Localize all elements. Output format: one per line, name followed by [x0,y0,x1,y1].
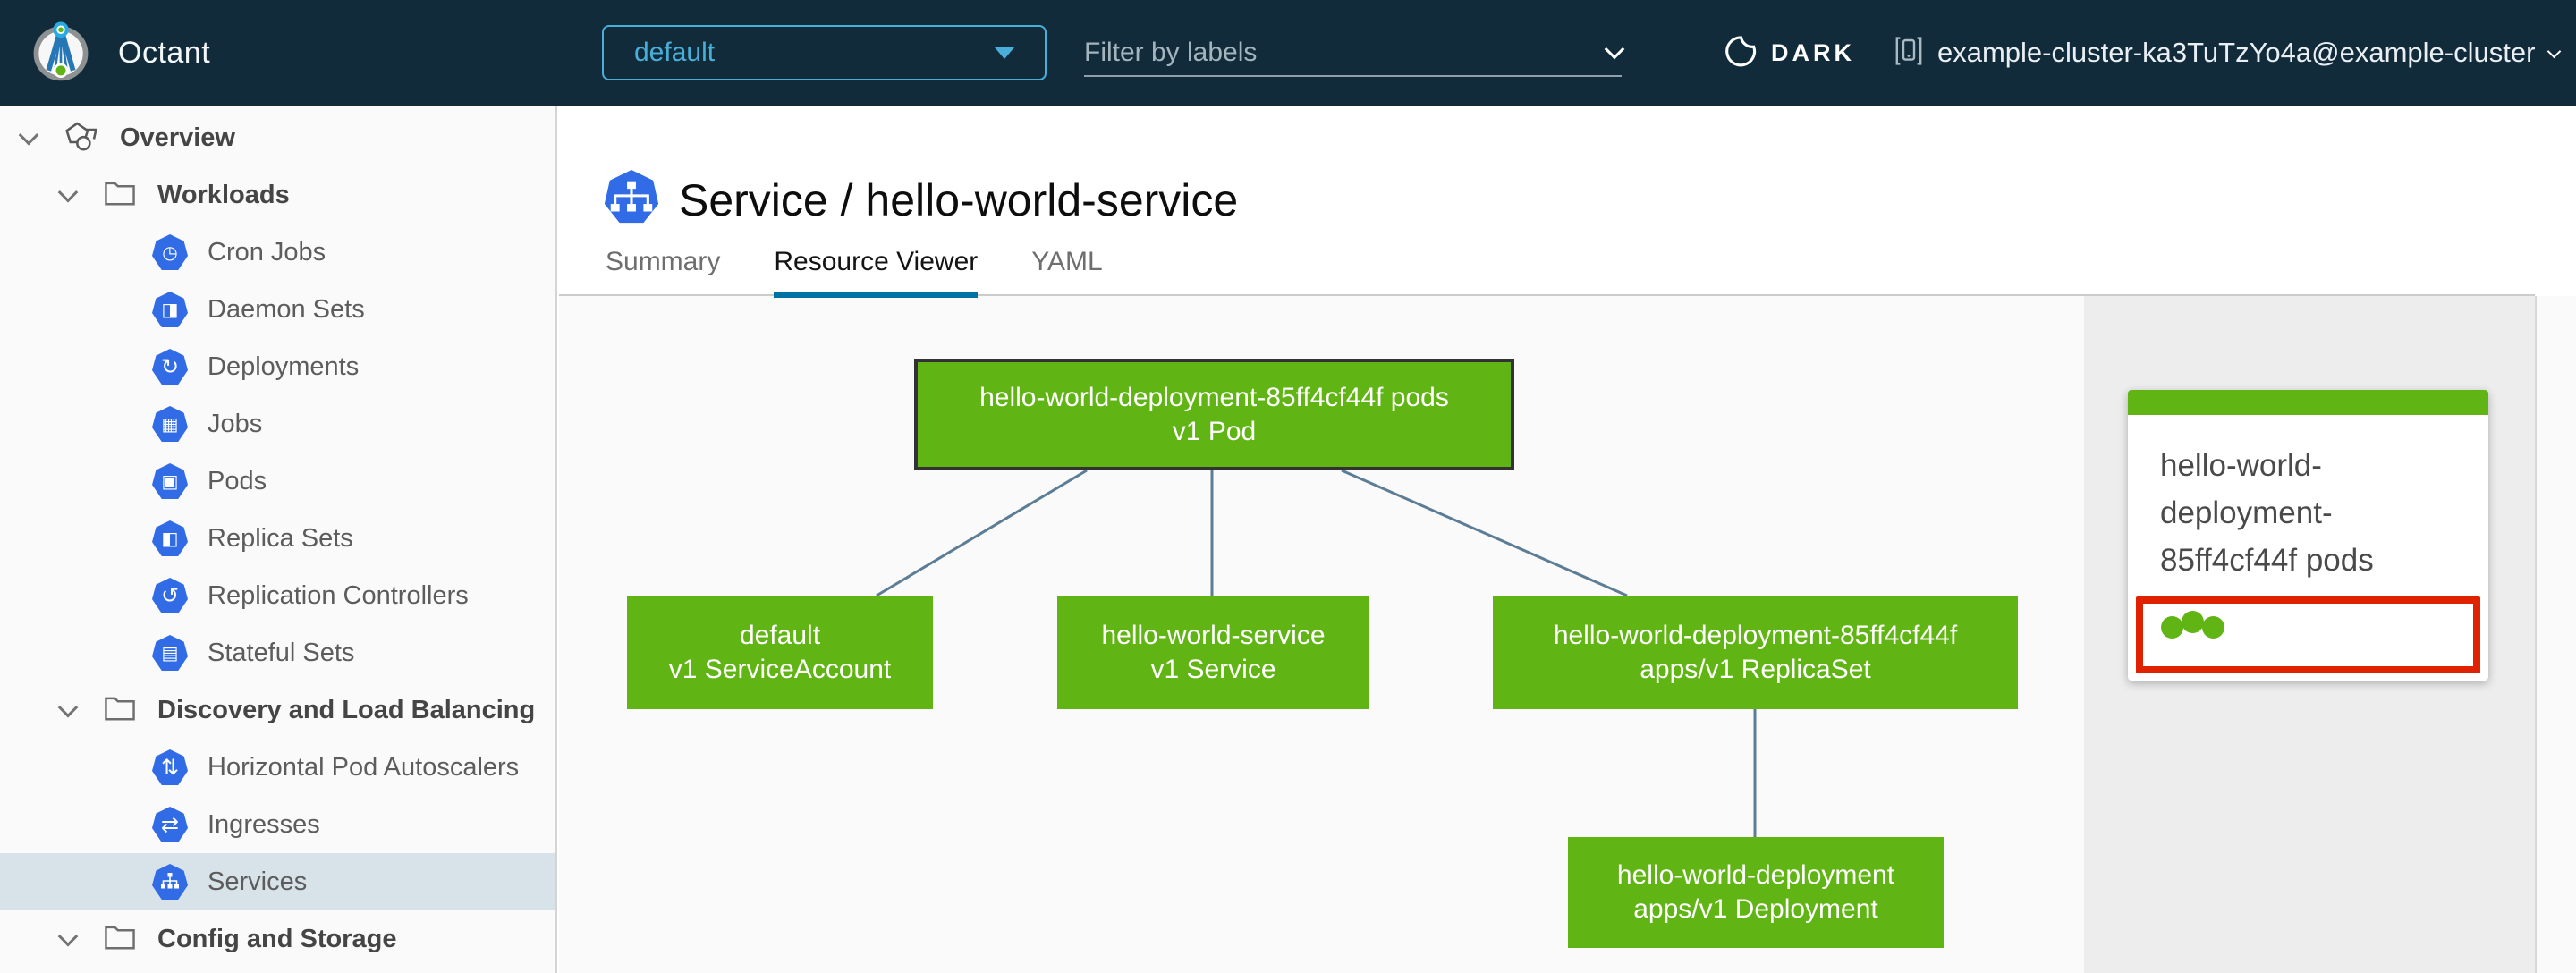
resource-viewer-canvas: hello-world-deployment-85ff4cf44f pods v… [559,296,2084,973]
sidebar-item-config-and-storage[interactable]: Config and Storage [0,910,555,968]
k8s-cronjob-icon [152,234,188,270]
k8s-hpa-icon [152,749,188,785]
sidebar-item-replica-sets[interactable]: Replica Sets [0,510,555,567]
objects-icon [63,117,100,159]
k8s-ingress-icon [152,807,188,842]
k8s-replicationcontroller-icon [152,578,188,613]
cluster-icon [1894,35,1923,72]
sidebar-item-ingresses[interactable]: Ingresses [0,796,555,853]
pod-status-section[interactable] [2136,596,2480,673]
chevron-down-icon[interactable] [59,186,77,204]
brand: Octant [27,0,210,106]
context-chevron-down-icon [2547,44,2562,58]
graph-node-serviceaccount[interactable]: default v1 ServiceAccount [627,596,933,709]
k8s-replicaset-icon [152,520,188,556]
sidebar-item-deployments[interactable]: Deployments [0,338,555,395]
detail-card-status-bar [2128,390,2488,415]
namespace-dropdown[interactable]: default [602,25,1046,80]
namespace-dropdown-value: default [634,38,716,67]
chevron-down-icon[interactable] [59,701,77,719]
detail-card: hello-world-deployment-85ff4cf44f pods [2128,390,2488,681]
page-head: Service / hello-world-service [604,170,1238,230]
sidebar-item-stateful-sets[interactable]: Stateful Sets [0,624,555,681]
panel-scroll-strip [2535,296,2576,973]
octant-logo-icon [27,17,95,89]
theme-toggle[interactable]: DARK [1724,0,1855,106]
tab-resource-viewer[interactable]: Resource Viewer [774,247,979,298]
label-filter [1084,30,1625,77]
chevron-down-icon[interactable] [59,930,77,948]
pod-status-dot [2161,616,2183,639]
theme-toggle-label: DARK [1771,38,1855,66]
sidebar-nav: Overview Workloads Cron Jobs Daemon Sets… [0,106,557,973]
sidebar-item-overview[interactable]: Overview [0,109,555,166]
sidebar-item-services[interactable]: Services [0,853,555,910]
app-title: Octant [118,35,211,70]
detail-panel: hello-world-deployment-85ff4cf44f pods [2084,296,2535,973]
graph-node-pod[interactable]: hello-world-deployment-85ff4cf44f pods v… [914,359,1514,470]
moon-icon [1724,35,1757,72]
page-title: Service / hello-world-service [679,174,1239,225]
folder-icon [102,919,138,960]
k8s-service-icon [604,170,659,230]
folder-icon [102,175,138,216]
sidebar-item-horizontal-pod-autoscalers[interactable]: Horizontal Pod Autoscalers [0,739,555,796]
graph-node-replicaset[interactable]: hello-world-deployment-85ff4cf44f apps/v… [1493,596,2018,709]
dropdown-caret-icon [995,47,1014,59]
tab-summary[interactable]: Summary [606,247,720,298]
graph-node-service[interactable]: hello-world-service v1 Service [1057,596,1369,709]
k8s-service-icon [152,864,188,900]
sidebar-item-pods[interactable]: Pods [0,453,555,510]
main-content: Service / hello-world-service Summary Re… [559,106,2576,973]
sidebar-item-daemon-sets[interactable]: Daemon Sets [0,281,555,338]
app-header: Octant default DARK example-cluster-ka3T… [0,0,2576,106]
pod-status-dot [2202,616,2224,639]
tab-bar: Summary Resource Viewer YAML [606,247,1103,298]
folder-icon [102,690,138,731]
k8s-job-icon [152,406,188,442]
k8s-deployment-icon [152,349,188,385]
sidebar-item-jobs[interactable]: Jobs [0,395,555,453]
sidebar-item-replication-controllers[interactable]: Replication Controllers [0,567,555,624]
k8s-daemonset-icon [152,292,188,327]
filter-chevron-down-icon[interactable] [1604,38,1625,60]
detail-card-title: hello-world-deployment-85ff4cf44f pods [2160,448,2374,578]
pod-status-dot [2182,611,2204,633]
context-selector-value: example-cluster-ka3TuTzYo4a@example-clus… [1937,37,2536,68]
sidebar-item-discovery-and-load-balancing[interactable]: Discovery and Load Balancing [0,681,555,739]
k8s-pod-icon [152,463,188,499]
sidebar-item-workloads[interactable]: Workloads [0,166,555,224]
k8s-statefulset-icon [152,635,188,671]
context-selector[interactable]: example-cluster-ka3TuTzYo4a@example-clus… [1894,0,2562,106]
tab-yaml[interactable]: YAML [1031,247,1102,298]
label-filter-input[interactable] [1084,38,1607,68]
sidebar-item-cron-jobs[interactable]: Cron Jobs [0,224,555,281]
graph-node-deployment[interactable]: hello-world-deployment apps/v1 Deploymen… [1568,837,1944,948]
chevron-down-icon[interactable] [20,129,38,147]
